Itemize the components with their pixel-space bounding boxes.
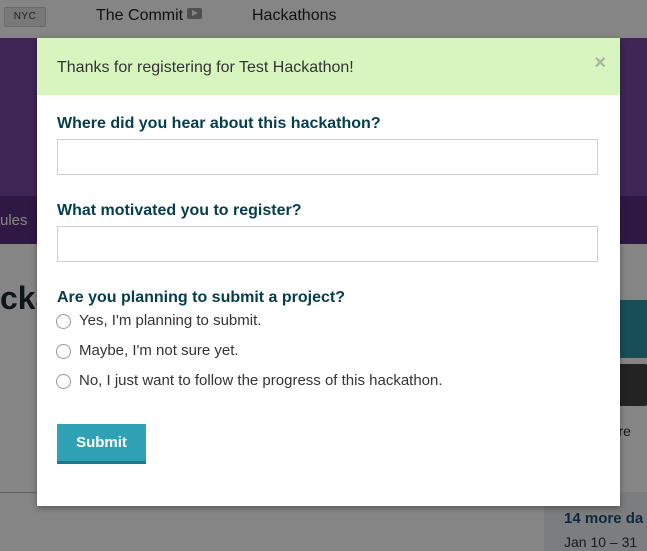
- question-motivation-label: What motivated you to register?: [57, 202, 302, 219]
- radio-button[interactable]: [56, 344, 71, 359]
- radio-option-label: No, I just want to follow the progress o…: [79, 372, 443, 389]
- radio-button[interactable]: [56, 314, 71, 329]
- registration-survey-modal: Thanks for registering for Test Hackatho…: [37, 38, 620, 506]
- question-submit-plan-label: Are you planning to submit a project?: [57, 289, 346, 306]
- radio-button[interactable]: [56, 374, 71, 389]
- radio-option-label: Yes, I'm planning to submit.: [79, 312, 262, 329]
- submit-button[interactable]: Submit: [57, 424, 146, 464]
- success-alert: Thanks for registering for Test Hackatho…: [37, 38, 620, 95]
- radio-option-label: Maybe, I'm not sure yet.: [79, 342, 239, 359]
- hear-about-input[interactable]: [57, 139, 598, 175]
- alert-message: Thanks for registering for Test Hackatho…: [57, 59, 354, 76]
- close-icon[interactable]: ×: [594, 53, 606, 73]
- motivation-input[interactable]: [57, 226, 598, 262]
- question-hear-about-label: Where did you hear about this hackathon?: [57, 115, 381, 132]
